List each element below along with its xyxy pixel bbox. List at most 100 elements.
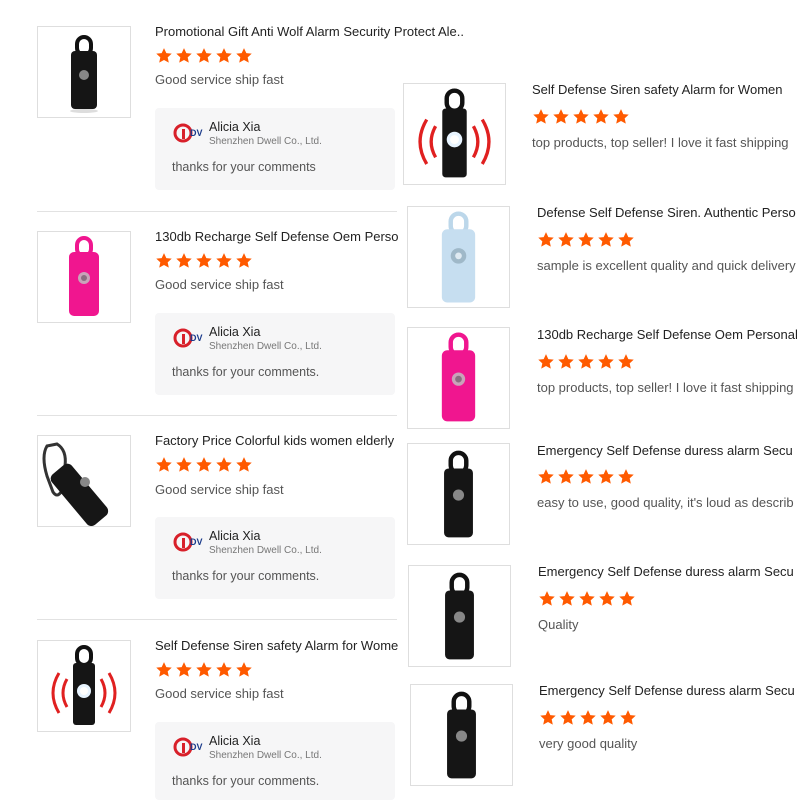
star-icon (235, 661, 253, 679)
star-icon (557, 468, 575, 486)
star-icon (215, 252, 233, 270)
divider (37, 619, 397, 620)
star-icon (235, 456, 253, 474)
seller-company: Shenzhen Dwell Co., Ltd. (209, 545, 322, 556)
seller-name: Alicia Xia (209, 529, 261, 543)
review-comment: top products, top seller! I love it fast… (537, 380, 794, 395)
star-icon (592, 108, 610, 126)
product-title[interactable]: Factory Price Colorful kids women elderl… (155, 433, 398, 448)
siren-alarm-keychain-icon (38, 641, 130, 731)
review-comment: very good quality (539, 736, 638, 751)
product-thumbnail[interactable] (37, 26, 131, 118)
star-icon (538, 590, 556, 608)
product-thumbnail[interactable] (410, 684, 513, 786)
product-thumbnail[interactable] (407, 206, 510, 308)
black-alarm-keychain-icon (411, 685, 512, 785)
star-rating (532, 108, 630, 126)
star-rating (537, 231, 635, 249)
product-thumbnail[interactable] (407, 327, 510, 429)
star-icon (557, 353, 575, 371)
product-thumbnail[interactable] (37, 435, 131, 527)
star-icon (235, 252, 253, 270)
star-rating (537, 468, 635, 486)
black-alarm-keychain-icon (38, 27, 130, 117)
review-comment: Good service ship fast (155, 686, 284, 701)
seller-logo-icon: DV (173, 122, 203, 144)
product-title[interactable]: Promotional Gift Anti Wolf Alarm Securit… (155, 24, 465, 39)
seller-reply: DV Alicia Xia Shenzhen Dwell Co., Ltd. t… (155, 517, 395, 599)
star-icon (532, 108, 550, 126)
divider (37, 211, 397, 212)
star-icon (195, 47, 213, 65)
product-thumbnail[interactable] (37, 640, 131, 732)
star-rating (155, 47, 253, 65)
star-icon (578, 590, 596, 608)
review-comment: top products, top seller! I love it fast… (532, 135, 789, 150)
review-comment: Good service ship fast (155, 72, 284, 87)
star-icon (617, 353, 635, 371)
product-thumbnail[interactable] (407, 443, 510, 545)
product-thumbnail[interactable] (37, 231, 131, 323)
seller-reply: DV Alicia Xia Shenzhen Dwell Co., Ltd. t… (155, 313, 395, 395)
star-icon (155, 661, 173, 679)
star-icon (597, 231, 615, 249)
pink-alarm-keychain-icon (408, 328, 509, 428)
product-title[interactable]: 130db Recharge Self Defense Oem Personal (537, 327, 800, 342)
star-icon (599, 709, 617, 727)
seller-logo-icon: DV (173, 736, 203, 758)
reply-text: thanks for your comments. (172, 365, 320, 379)
seller-name: Alicia Xia (209, 734, 261, 748)
product-title[interactable]: 130db Recharge Self Defense Oem Personal (155, 229, 398, 244)
star-icon (539, 709, 557, 727)
star-icon (597, 353, 615, 371)
product-thumbnail[interactable] (408, 565, 511, 667)
star-icon (175, 661, 193, 679)
star-rating (538, 590, 636, 608)
star-icon (175, 47, 193, 65)
star-rating (155, 252, 253, 270)
blue-alarm-keychain-icon (408, 207, 509, 307)
siren-alarm-keychain-icon (404, 84, 505, 184)
star-icon (155, 456, 173, 474)
review-comment: easy to use, good quality, it's loud as … (537, 495, 794, 510)
star-rating (539, 709, 637, 727)
product-thumbnail[interactable] (403, 83, 506, 185)
product-title[interactable]: Emergency Self Defense duress alarm Secu (539, 683, 800, 698)
product-title[interactable]: Emergency Self Defense duress alarm Secu (538, 564, 800, 579)
seller-reply: DV Alicia Xia Shenzhen Dwell Co., Ltd. t… (155, 722, 395, 800)
star-icon (537, 353, 555, 371)
review-comment: Good service ship fast (155, 277, 284, 292)
star-icon (235, 47, 253, 65)
svg-text:DV: DV (190, 742, 203, 752)
divider (37, 415, 397, 416)
product-title[interactable]: Defense Self Defense Siren. Authentic Pe… (537, 205, 800, 220)
star-icon (537, 468, 555, 486)
star-icon (215, 661, 233, 679)
star-icon (195, 252, 213, 270)
seller-reply: DV Alicia Xia Shenzhen Dwell Co., Ltd. t… (155, 108, 395, 190)
reply-text: thanks for your comments. (172, 569, 320, 583)
seller-company: Shenzhen Dwell Co., Ltd. (209, 341, 322, 352)
svg-text:DV: DV (190, 333, 203, 343)
product-title[interactable]: Self Defense Siren safety Alarm for Wome… (155, 638, 398, 653)
star-icon (598, 590, 616, 608)
star-icon (175, 252, 193, 270)
seller-company: Shenzhen Dwell Co., Ltd. (209, 750, 322, 761)
product-title[interactable]: Emergency Self Defense duress alarm Secu (537, 443, 800, 458)
star-icon (215, 456, 233, 474)
star-icon (618, 590, 636, 608)
black-alarm-keychain-icon (409, 566, 510, 666)
seller-logo-icon: DV (173, 327, 203, 349)
star-icon (155, 252, 173, 270)
star-icon (597, 468, 615, 486)
star-icon (577, 231, 595, 249)
star-icon (558, 590, 576, 608)
star-icon (572, 108, 590, 126)
star-icon (537, 231, 555, 249)
pink-alarm-keychain-icon (38, 232, 130, 322)
product-title[interactable]: Self Defense Siren safety Alarm for Wome… (532, 82, 800, 97)
star-icon (559, 709, 577, 727)
review-comment: Quality (538, 617, 579, 632)
seller-name: Alicia Xia (209, 120, 261, 134)
star-icon (612, 108, 630, 126)
